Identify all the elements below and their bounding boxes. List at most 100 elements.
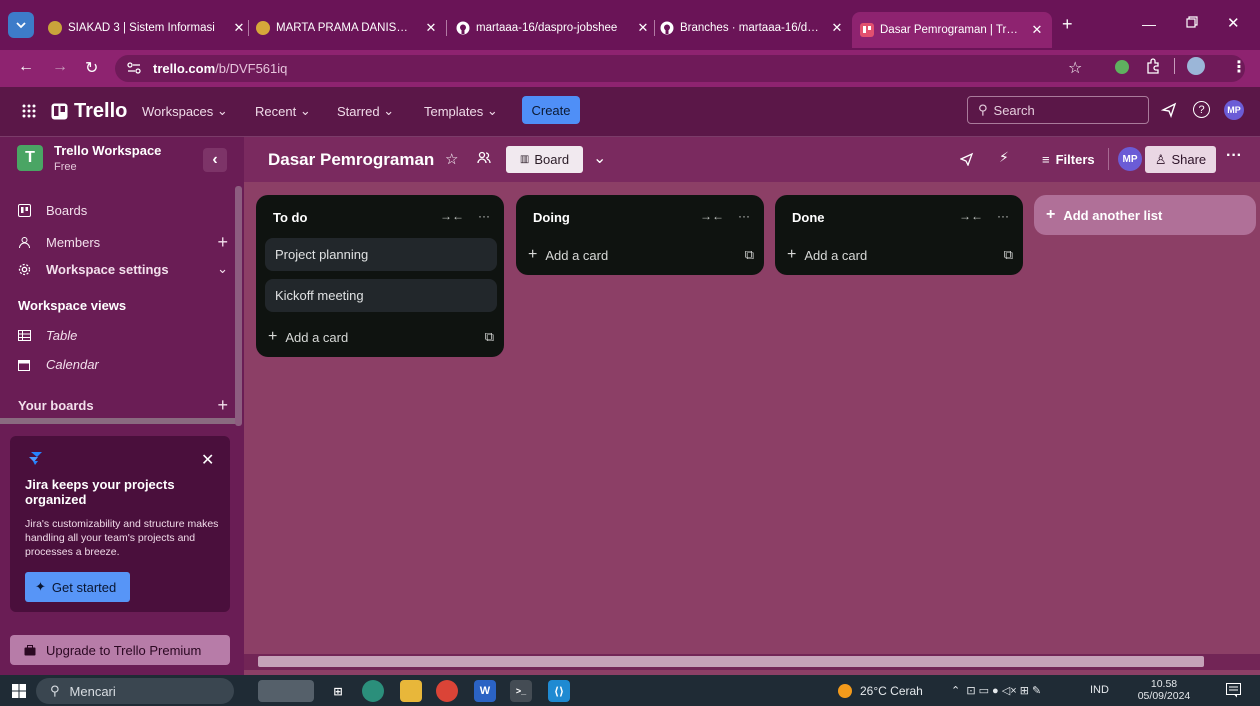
card-template-icon[interactable]: ⧉ [745,247,754,263]
task-view-icon[interactable]: ⊞ [327,680,349,702]
nav-workspaces[interactable]: Workspaces ⌄ [142,103,228,119]
edge-icon[interactable] [362,680,384,702]
system-clock[interactable]: 10.58 05/09/2024 [1130,678,1198,702]
help-icon[interactable]: ? [1193,101,1210,118]
list-title[interactable]: Done [792,210,825,225]
new-tab-button[interactable]: + [1062,14,1073,35]
chrome-icon[interactable] [436,680,458,702]
sidebar-item-members[interactable]: Members + [18,232,228,253]
collapse-sidebar-button[interactable]: ‹ [203,148,227,172]
reload-icon[interactable]: ↻ [85,58,98,78]
sidebar-item-workspace-settings[interactable]: Workspace settings ⌄ [18,261,228,277]
scrollbar-thumb[interactable] [258,656,1204,667]
close-window-button[interactable]: ✕ [1227,14,1240,32]
notification-center-icon[interactable] [1226,683,1241,698]
add-another-list-button[interactable]: + Add another list [1034,195,1256,235]
file-explorer-icon[interactable] [400,680,422,702]
list-menu-icon[interactable]: ··· [997,209,1009,223]
nav-templates[interactable]: Templates ⌄ [424,103,498,119]
card-project-planning[interactable]: Project planning [265,238,497,271]
list-title[interactable]: Doing [533,210,570,225]
settings-icon [18,263,32,276]
add-card-button[interactable]: + Add a card ⧉ [528,246,754,264]
automation-bolt-icon[interactable]: ⚡ [999,149,1009,166]
workspace-name[interactable]: Trello Workspace [54,143,161,158]
collapse-list-icon[interactable]: →← [700,209,724,223]
add-member-icon[interactable]: + [217,232,228,253]
add-board-icon[interactable]: + [217,395,228,416]
forward-arrow-icon[interactable]: → [52,58,68,76]
notifications-icon[interactable] [1161,102,1177,118]
sidebar-item-boards[interactable]: Boards [18,203,87,218]
word-icon[interactable]: W [474,680,496,702]
sidebar-item-table[interactable]: Table [18,328,77,343]
close-tab-icon[interactable]: ✕ [232,20,246,36]
tab-search-button[interactable] [8,12,34,38]
user-avatar[interactable]: MP [1224,100,1244,120]
trello-logo[interactable]: Trello [51,100,127,123]
profile-avatar[interactable] [1187,57,1205,75]
weather-text[interactable]: 26°C Cerah [860,684,923,698]
sidebar-item-calendar[interactable]: Calendar [18,357,99,372]
minimize-window-button[interactable]: — [1142,16,1156,32]
views-chevron-down-icon[interactable]: ⌄ [593,148,606,168]
nav-recent[interactable]: Recent ⌄ [255,103,311,119]
get-started-button[interactable]: ✦ Get started [25,572,130,602]
system-tray-icons[interactable]: ⌃ ⊡ ▭ ● ◁× ⊞ ✎ [951,684,1041,697]
add-card-button[interactable]: + Add a card ⧉ [787,246,1013,264]
keyboard-language[interactable]: IND [1090,684,1109,696]
siakad-favicon-icon [48,21,62,35]
list-title[interactable]: To do [273,210,307,225]
taskbar-widget-image[interactable] [258,680,314,702]
browser-tab-marta[interactable]: MARTA PRAMA DANISWARA ✕ [256,14,438,42]
board-view-button[interactable]: ▥ Board [506,146,583,173]
close-tab-icon[interactable]: ✕ [636,20,650,36]
power-ups-icon[interactable] [960,152,974,166]
jira-logo-icon [28,450,44,466]
create-button[interactable]: Create [522,96,580,124]
card-template-icon[interactable]: ⧉ [485,329,494,345]
terminal-icon[interactable]: >_ [510,680,532,702]
filters-button[interactable]: ≡ Filters [1042,152,1095,167]
board-menu-icon[interactable]: ··· [1226,147,1242,165]
your-boards-heading: Your boards + [18,395,228,416]
share-button[interactable]: ♙ Share [1145,146,1216,173]
university-favicon-icon [256,21,270,35]
board-title[interactable]: Dasar Pemrograman [268,150,434,170]
nav-starred[interactable]: Starred ⌄ [337,103,394,119]
board-member-avatar[interactable]: MP [1118,147,1142,171]
star-board-icon[interactable]: ☆ [445,150,458,168]
card-kickoff-meeting[interactable]: Kickoff meeting [265,279,497,312]
collapse-list-icon[interactable]: →← [959,209,983,223]
upgrade-premium-button[interactable]: Upgrade to Trello Premium [10,635,230,665]
taskbar-search-input[interactable]: ⚲ Mencari [36,678,234,704]
windows-start-icon[interactable] [12,684,26,698]
add-card-button[interactable]: + Add a card ⧉ [268,328,494,346]
close-tab-icon[interactable]: ✕ [1030,22,1044,38]
list-menu-icon[interactable]: ··· [478,209,490,223]
close-tab-icon[interactable]: ✕ [830,20,844,36]
collapse-list-icon[interactable]: →← [440,209,464,223]
jira-promo-title: Jira keeps your projects organized [25,477,175,507]
site-info-icon[interactable] [126,61,142,75]
browser-tab-github-repo[interactable]: martaaa-16/daspro-jobshee ✕ [456,14,650,42]
card-template-icon[interactable]: ⧉ [1004,247,1013,263]
restore-window-button[interactable] [1186,16,1198,28]
browser-tab-trello[interactable]: Dasar Pemrograman | Trello ✕ [852,12,1052,48]
visibility-icon[interactable] [477,150,491,164]
close-tab-icon[interactable]: ✕ [424,20,438,36]
close-promo-icon[interactable]: ✕ [201,450,214,470]
back-arrow-icon[interactable]: ← [18,58,34,76]
list-menu-icon[interactable]: ··· [738,209,750,223]
bookmark-star-icon[interactable]: ☆ [1068,58,1082,78]
vscode-icon[interactable]: ⟨⟩ [548,680,570,702]
browser-menu-icon[interactable]: ⋮ [1231,57,1247,77]
extensions-puzzle-icon[interactable] [1145,58,1161,74]
extension-icon[interactable] [1115,60,1129,74]
search-input[interactable]: ⚲ Search [967,96,1149,124]
sidebar-scrollbar[interactable] [235,186,242,426]
browser-tab-siakad[interactable]: SIAKAD 3 | Sistem Informasi ✕ [48,14,246,42]
browser-tab-github-branches[interactable]: Branches · martaaa-16/daspro ✕ [660,14,844,42]
jira-promo-body: Jira's customizability and structure mak… [25,518,219,558]
app-switcher-icon[interactable] [22,104,36,118]
